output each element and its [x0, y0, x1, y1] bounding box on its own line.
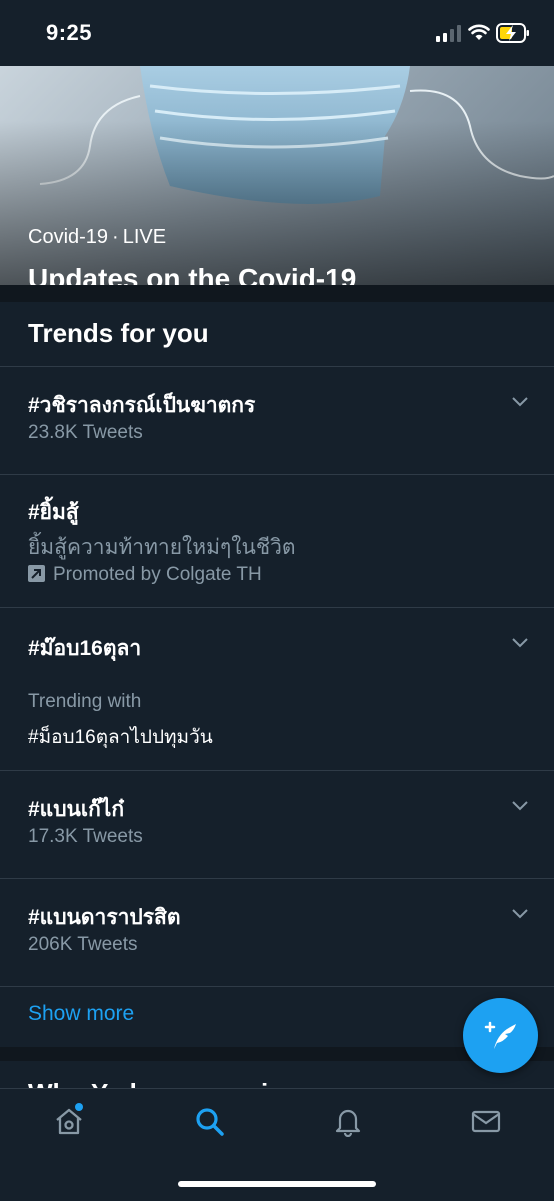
new-content-dot: [75, 1103, 83, 1111]
trending-with-label: Trending with: [28, 691, 142, 712]
wifi-icon: [468, 24, 490, 40]
trend-item[interactable]: #ม๊อบ16ตุลา Trending with #ม็อบ16ตุลาไปป…: [0, 608, 554, 770]
signal-icon: [436, 25, 461, 42]
hero-category: Covid-19: [28, 226, 109, 248]
compose-tweet-button[interactable]: [463, 998, 538, 1073]
trend-tweet-count: 23.8K Tweets: [28, 422, 143, 443]
trend-tweet-count: 206K Tweets: [28, 934, 138, 955]
trend-item[interactable]: #แบนดาราปรสิต 206K Tweets: [0, 879, 554, 986]
trend-name: #วชิราลงกรณ์เป็นฆาตกร: [28, 394, 256, 417]
promoted-arrow-icon: [28, 565, 45, 582]
chevron-down-icon[interactable]: [512, 397, 528, 407]
hero-gradient: [0, 66, 554, 285]
trend-name: #ม๊อบ16ตุลา: [28, 637, 142, 660]
mail-icon[interactable]: [470, 1105, 502, 1137]
search-icon[interactable]: [193, 1105, 225, 1137]
trend-name: #ยิ้มสู้: [28, 501, 79, 524]
hero-meta: Covid-19 · LIVE: [28, 226, 166, 249]
chevron-down-icon[interactable]: [512, 638, 528, 648]
trend-item[interactable]: #วชิราลงกรณ์เป็นฆาตกร 23.8K Tweets: [0, 367, 554, 474]
promoted-trend-item[interactable]: #ยิ้มสู้ ยิ้มสู้ความท้าทายใหม่ๆในชีวิต P…: [0, 475, 554, 607]
trend-item[interactable]: #แบนเก๊ไก๋ 17.3K Tweets: [0, 771, 554, 878]
chevron-down-icon[interactable]: [512, 801, 528, 811]
chevron-down-icon[interactable]: [512, 909, 528, 919]
trend-description: ยิ้มสู้ความท้าทายใหม่ๆในชีวิต: [28, 536, 296, 559]
show-more-link[interactable]: Show more: [28, 1002, 134, 1026]
promoted-by-text: Promoted by Colgate TH: [53, 564, 262, 585]
trends-section-title: Trends for you: [28, 318, 209, 348]
compose-feather-icon: [484, 1021, 516, 1049]
hero-title: Updates on the Covid-19 situation in Tha…: [28, 263, 357, 285]
trend-name: #แบนเก๊ไก๋: [28, 798, 125, 821]
section-spacer: [0, 285, 554, 302]
divider: [0, 986, 554, 987]
separator-dot: ·: [112, 226, 119, 248]
status-time: 9:25: [46, 20, 93, 45]
trend-name: #แบนดาราปรสิต: [28, 906, 181, 929]
status-bar: 9:25: [0, 0, 554, 66]
promoted-label: Promoted by Colgate TH: [28, 564, 262, 586]
hero-card[interactable]: Covid-19·LIVE Updates on the Covid-19 si…: [0, 66, 554, 285]
battery-charging-icon: [496, 23, 529, 43]
trending-with-hashtag[interactable]: #ม็อบ16ตุลาไปปทุมวัน: [28, 722, 213, 752]
bell-icon[interactable]: [332, 1105, 364, 1137]
trend-tweet-count: 17.3K Tweets: [28, 826, 143, 847]
home-indicator[interactable]: [178, 1181, 376, 1187]
live-label: LIVE: [122, 226, 167, 248]
